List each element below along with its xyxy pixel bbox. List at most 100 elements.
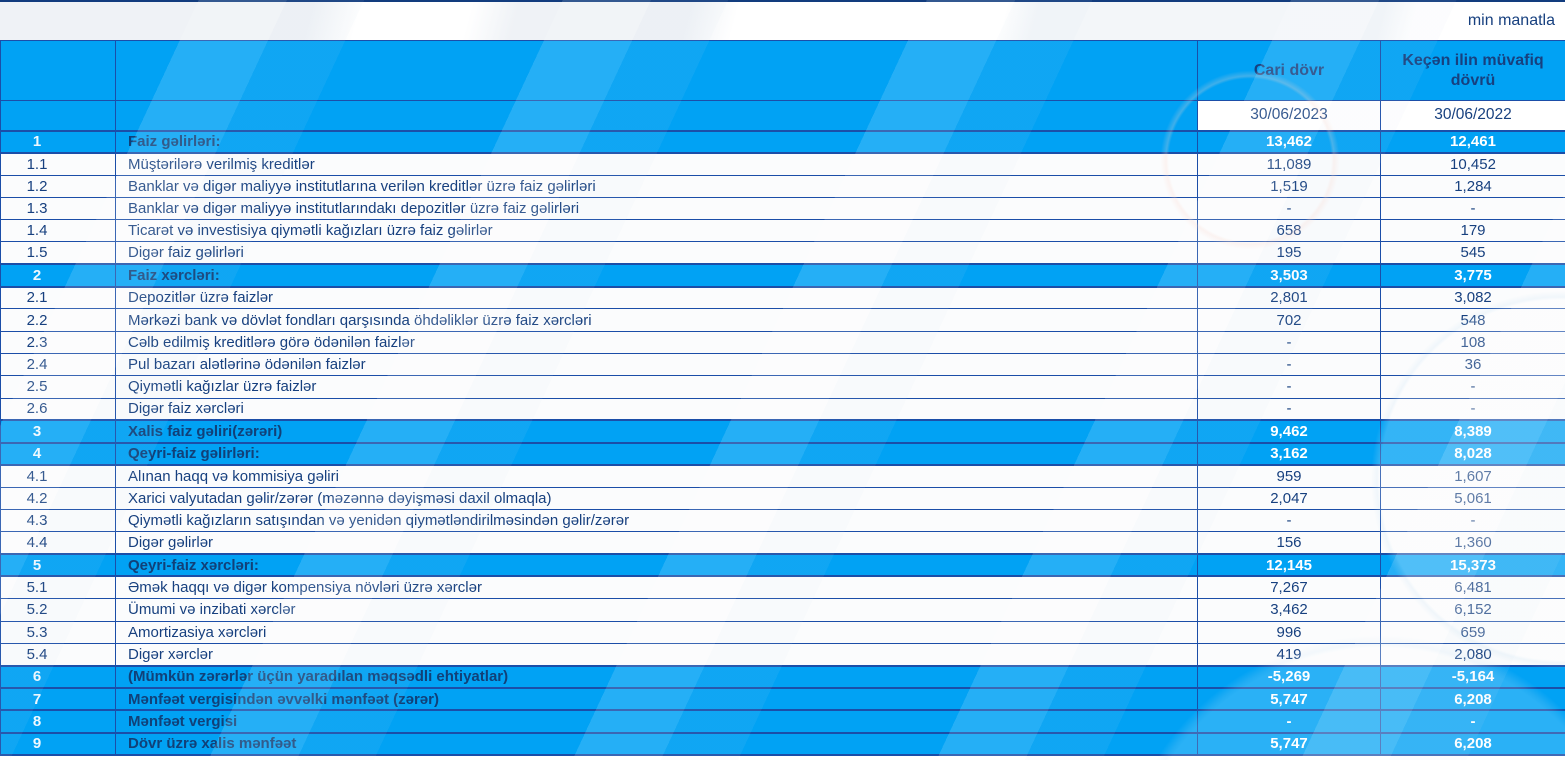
table-row: 5.3 Amortizasiya xərcləri 996 659	[1, 621, 1565, 643]
date-row: 30/06/2023 30/06/2022	[1, 101, 1565, 131]
row-label: Xarici valyutadan gəlir/zərər (məzənnə d…	[116, 487, 1198, 509]
row-label: Banklar və digər maliyyə institutlarında…	[116, 197, 1198, 219]
row-value-current: -	[1198, 353, 1381, 375]
row-value-current: -	[1198, 710, 1381, 732]
row-value-current: 5,747	[1198, 688, 1381, 710]
row-number: 5.3	[1, 621, 116, 643]
row-value-current: 195	[1198, 242, 1381, 264]
row-value-previous: -5,164	[1381, 666, 1565, 688]
row-value-current: -	[1198, 510, 1381, 532]
row-number: 1.5	[1, 242, 116, 264]
row-label: Digər gəlirlər	[116, 532, 1198, 554]
row-value-previous: 6,208	[1381, 688, 1565, 710]
table-row: 2.5 Qiymətli kağızlar üzrə faizlər - -	[1, 376, 1565, 398]
row-label: Xalis faiz gəliri(zərəri)	[116, 420, 1198, 442]
row-label: Mənfəət vergisindən əvvəlki mənfəət (zər…	[116, 688, 1198, 710]
table-row: 5.2 Ümumi və inzibati xərclər 3,462 6,15…	[1, 599, 1565, 621]
header-previous-period: Keçən ilin müvafiq dövrü	[1381, 41, 1565, 101]
row-label: Müştərilərə verilmiş kreditlər	[116, 153, 1198, 175]
row-value-previous: 6,208	[1381, 733, 1565, 755]
table-row: 5.1 Əmək haqqı və digər kompensiya növlə…	[1, 576, 1565, 598]
row-value-previous: 108	[1381, 331, 1565, 353]
row-value-current: 156	[1198, 532, 1381, 554]
table-row: 6 (Mümkün zərərlər üçün yaradılan məqsəd…	[1, 666, 1565, 688]
row-value-current: 996	[1198, 621, 1381, 643]
header-label-cell	[116, 41, 1198, 101]
row-value-previous: 6,481	[1381, 576, 1565, 598]
row-value-previous: -	[1381, 197, 1565, 219]
table-row: 2 Faiz xərcləri: 3,503 3,775	[1, 264, 1565, 286]
income-statement-table: Cari dövr Keçən ilin müvafiq dövrü 30/06…	[0, 40, 1565, 756]
row-value-previous: 1,360	[1381, 532, 1565, 554]
row-value-previous: 545	[1381, 242, 1565, 264]
row-value-current: 3,162	[1198, 443, 1381, 465]
row-label: Qeyri-faiz gəlirləri:	[116, 443, 1198, 465]
table-row: 1.4 Ticarət və investisiya qiymətli kağı…	[1, 220, 1565, 242]
row-label: Pul bazarı alətlərinə ödənilən faizlər	[116, 353, 1198, 375]
row-label: Digər faiz gəlirləri	[116, 242, 1198, 264]
row-number: 6	[1, 666, 116, 688]
row-number: 8	[1, 710, 116, 732]
row-label: Dövr üzrə xalis mənfəət	[116, 733, 1198, 755]
table-row: 4 Qeyri-faiz gəlirləri: 3,162 8,028	[1, 443, 1565, 465]
row-label: Amortizasiya xərcləri	[116, 621, 1198, 643]
row-number: 2.5	[1, 376, 116, 398]
row-label: Depozitlər üzrə faizlər	[116, 287, 1198, 309]
row-number: 4.2	[1, 487, 116, 509]
row-value-current: 5,747	[1198, 733, 1381, 755]
row-number: 1.2	[1, 175, 116, 197]
unit-label: min manatla	[1468, 12, 1555, 30]
row-value-previous: -	[1381, 710, 1565, 732]
row-value-current: 3,462	[1198, 599, 1381, 621]
row-label: Qeyri-faiz xərcləri:	[116, 554, 1198, 576]
row-value-current: -	[1198, 331, 1381, 353]
row-value-previous: 15,373	[1381, 554, 1565, 576]
row-value-current: 959	[1198, 465, 1381, 487]
row-value-current: 419	[1198, 643, 1381, 665]
row-value-current: 3,503	[1198, 264, 1381, 286]
row-value-current: 702	[1198, 309, 1381, 331]
row-value-previous: 1,284	[1381, 175, 1565, 197]
table-row: 4.4 Digər gəlirlər 156 1,360	[1, 532, 1565, 554]
row-label: Cəlb edilmiş kreditlərə görə ödənilən fa…	[116, 331, 1198, 353]
row-value-previous: 3,775	[1381, 264, 1565, 286]
row-label: (Mümkün zərərlər üçün yaradılan məqsədli…	[116, 666, 1198, 688]
table-row: 3 Xalis faiz gəliri(zərəri) 9,462 8,389	[1, 420, 1565, 442]
row-value-previous: 8,028	[1381, 443, 1565, 465]
table-row: 7 Mənfəət vergisindən əvvəlki mənfəət (z…	[1, 688, 1565, 710]
date-previous: 30/06/2022	[1381, 101, 1565, 131]
row-value-previous: 3,082	[1381, 287, 1565, 309]
row-value-previous: 659	[1381, 621, 1565, 643]
row-number: 1.1	[1, 153, 116, 175]
row-value-current: 9,462	[1198, 420, 1381, 442]
table-row: 1.1 Müştərilərə verilmiş kreditlər 11,08…	[1, 153, 1565, 175]
row-value-previous: 10,452	[1381, 153, 1565, 175]
row-number: 2.1	[1, 287, 116, 309]
row-number: 2.3	[1, 331, 116, 353]
row-number: 1	[1, 131, 116, 153]
top-band: min manatla	[0, 0, 1565, 40]
row-label: Qiymətli kağızların satışından və yenidə…	[116, 510, 1198, 532]
row-number: 5.1	[1, 576, 116, 598]
row-value-previous: 12,461	[1381, 131, 1565, 153]
row-number: 5.4	[1, 643, 116, 665]
row-number: 4.1	[1, 465, 116, 487]
table-row: 4.3 Qiymətli kağızların satışından və ye…	[1, 510, 1565, 532]
row-number: 3	[1, 420, 116, 442]
table-row: 2.4 Pul bazarı alətlərinə ödənilən faizl…	[1, 353, 1565, 375]
row-label: Faiz gəlirləri:	[116, 131, 1198, 153]
row-label: Digər xərclər	[116, 643, 1198, 665]
row-number: 2.4	[1, 353, 116, 375]
row-number: 7	[1, 688, 116, 710]
row-number: 2	[1, 264, 116, 286]
table-row: 4.1 Alınan haqq və kommisiya gəliri 959 …	[1, 465, 1565, 487]
column-header-row: Cari dövr Keçən ilin müvafiq dövrü	[1, 41, 1565, 101]
row-value-previous: 548	[1381, 309, 1565, 331]
row-number: 4	[1, 443, 116, 465]
row-value-current: -	[1198, 197, 1381, 219]
table-row: 2.2 Mərkəzi bank və dövlət fondları qarş…	[1, 309, 1565, 331]
row-label: Faiz xərcləri:	[116, 264, 1198, 286]
table-row: 8 Mənfəət vergisi - -	[1, 710, 1565, 732]
row-value-current: 7,267	[1198, 576, 1381, 598]
row-value-previous: -	[1381, 510, 1565, 532]
